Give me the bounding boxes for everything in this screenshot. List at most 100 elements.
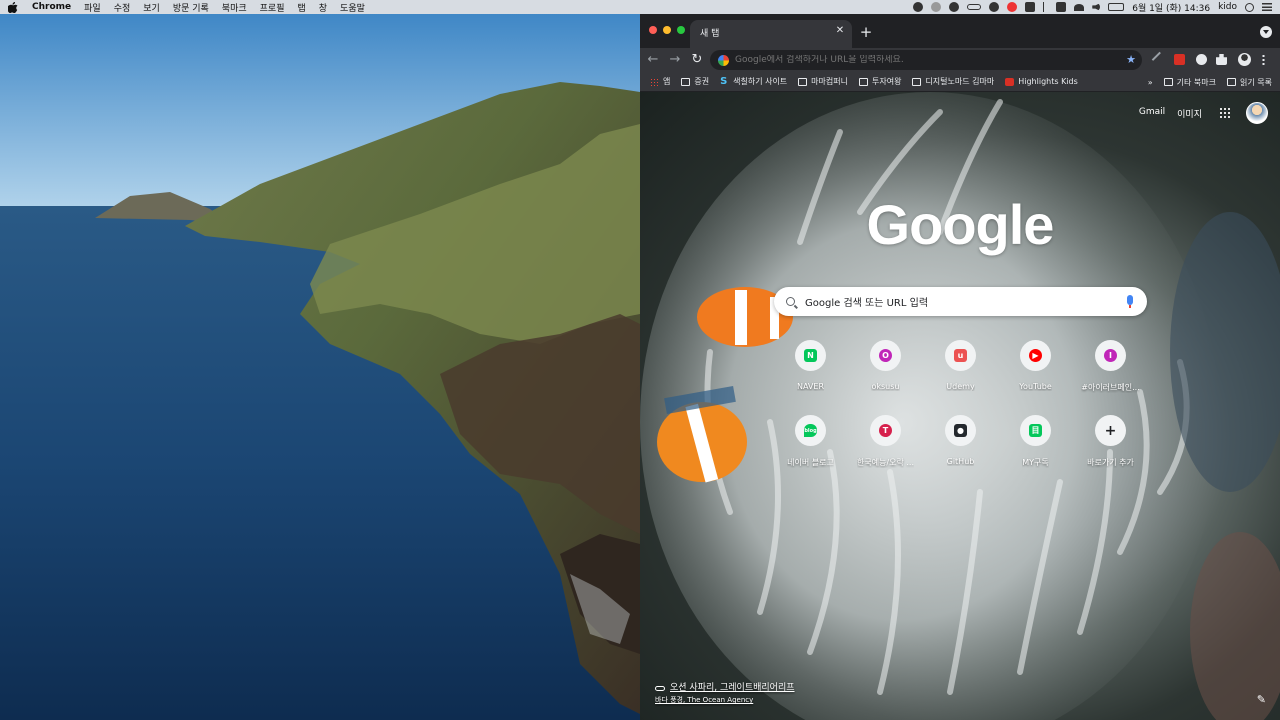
new-tab-page: Gmail 이미지 Google Google 검색 또는 URL 입력 N NA… <box>640 92 1280 720</box>
status-app-icon[interactable] <box>1056 2 1067 12</box>
menu-app-name[interactable]: Chrome <box>32 2 71 12</box>
bookmark-star-icon[interactable]: ★ <box>1126 53 1136 66</box>
glasses-icon[interactable] <box>967 4 982 10</box>
shortcut-label: NAVER <box>796 382 825 391</box>
bookmark-label: 증권 <box>694 77 710 86</box>
battery-icon[interactable] <box>1108 3 1125 11</box>
highlights-favicon-icon <box>1005 77 1015 86</box>
shortcut-label: YouTube <box>1019 382 1052 391</box>
wifi-icon[interactable] <box>1074 3 1085 11</box>
menubar-user[interactable]: kido <box>1218 2 1237 12</box>
bookmark-folder-digital-nomad[interactable]: 디지털노마드 김마마 <box>912 76 994 87</box>
status-app-icon[interactable] <box>1025 2 1036 12</box>
window-minimize-button[interactable] <box>663 26 671 34</box>
shortcut-icon-circle: blog <box>795 415 826 446</box>
menu-bookmarks[interactable]: 북마크 <box>222 1 247 14</box>
tab-strip: 새 탭 ✕ + <box>640 14 1280 48</box>
shortcut-label: 바로가기 추가 <box>1087 458 1134 467</box>
bookmark-other-bookmarks[interactable]: 기타 북마크 <box>1163 77 1217 88</box>
shortcut-icon-circle: O <box>870 340 901 371</box>
menu-edit[interactable]: 수정 <box>114 1 131 14</box>
status-app-icon[interactable] <box>931 2 942 12</box>
address-bar[interactable]: ★ <box>710 50 1142 70</box>
back-button[interactable]: ← <box>646 53 660 67</box>
folder-icon <box>681 77 691 86</box>
volume-icon[interactable] <box>1092 3 1101 11</box>
menubar-clock[interactable]: 6월 1일 (화) 14:36 <box>1132 1 1210 14</box>
naver-icon: N <box>804 349 817 362</box>
bookmark-apps[interactable]: 앱 <box>650 76 670 87</box>
bookmark-label: 기타 북마크 <box>1176 77 1217 87</box>
bookmark-label: 디지털노마드 김마마 <box>925 77 995 86</box>
pen-extension-icon[interactable] <box>1151 51 1168 68</box>
bookmark-folder-stocks[interactable]: 증권 <box>681 76 709 87</box>
menu-file[interactable]: 파일 <box>84 1 101 14</box>
tab-close-icon[interactable]: ✕ <box>834 25 846 37</box>
tab-new-tab[interactable]: 새 탭 ✕ <box>690 20 852 48</box>
reading-list-button[interactable]: 읽기 목록 <box>1227 77 1272 88</box>
status-app-icon[interactable] <box>989 2 1000 12</box>
images-link[interactable]: 이미지 <box>1177 107 1202 120</box>
bluetooth-icon[interactable] <box>1043 2 1048 12</box>
address-input[interactable] <box>735 55 1115 65</box>
gmail-link[interactable]: Gmail <box>1139 107 1165 120</box>
attribution-title[interactable]: 오션 사파리, 그레이트배리어리프 <box>670 682 795 694</box>
shortcut-tile[interactable]: blog 네이버 블로그 <box>773 413 848 475</box>
tab-search-button[interactable] <box>1260 26 1272 38</box>
forward-button[interactable]: → <box>668 53 682 67</box>
menu-profiles[interactable]: 프로필 <box>260 1 285 14</box>
profile-avatar-icon[interactable] <box>1238 53 1251 66</box>
shortcut-tile[interactable]: ● GitHub <box>923 413 998 475</box>
window-close-button[interactable] <box>649 26 657 34</box>
extension-circle-icon[interactable] <box>1196 54 1207 65</box>
desktop-wallpaper <box>0 14 640 720</box>
shortcut-tile[interactable]: u Udemy <box>923 338 998 400</box>
bookmark-folder-mama-company[interactable]: 마마컴퍼니 <box>798 76 848 87</box>
shortcut-tile[interactable]: + 바로가기 추가 <box>1073 413 1148 475</box>
voice-search-icon[interactable] <box>1127 295 1133 308</box>
google-apps-icon[interactable] <box>1219 107 1231 119</box>
bookmark-folder-invest-queen[interactable]: 투자여왕 <box>858 76 902 87</box>
menu-view[interactable]: 보기 <box>143 1 160 14</box>
bookmarks-overflow-button[interactable]: » <box>1148 78 1153 87</box>
udemy-icon: u <box>954 349 967 362</box>
account-avatar[interactable] <box>1246 102 1268 124</box>
shortcut-label: 한국예능/오락 ... <box>856 458 915 467</box>
shortcut-tile[interactable]: I #아이러브페인... <box>1073 338 1148 400</box>
shortcut-icon-circle: + <box>1095 415 1126 446</box>
chrome-menu-icon[interactable] <box>1262 54 1265 65</box>
ntp-search-box[interactable]: Google 검색 또는 URL 입력 <box>774 287 1147 316</box>
menu-window[interactable]: 창 <box>319 1 327 14</box>
window-zoom-button[interactable] <box>677 26 685 34</box>
status-app-icon[interactable] <box>913 2 924 12</box>
menu-history[interactable]: 방문 기록 <box>173 1 209 14</box>
bookmark-label: 투자여왕 <box>871 77 902 86</box>
youtube-icon: ▶ <box>1029 349 1042 362</box>
status-app-icon[interactable] <box>949 2 960 12</box>
bookmark-highlights-kids[interactable]: Highlights Kids <box>1005 77 1078 86</box>
customize-pencil-icon[interactable]: ✎ <box>1257 693 1266 706</box>
shortcut-tile[interactable]: N NAVER <box>773 338 848 400</box>
attribution-credit[interactable]: 바다 풍경, The Ocean Agency <box>655 694 795 706</box>
control-center-icon[interactable] <box>1262 3 1272 11</box>
shortcut-tile[interactable]: T 한국예능/오락 ... <box>848 413 923 475</box>
bookmarks-bar-right: » 기타 북마크 읽기 목록 <box>1148 72 1272 92</box>
coastline-illustration <box>0 14 640 720</box>
bookmark-coloring-site[interactable]: S 색칠하기 사이트 <box>720 76 787 87</box>
shortcut-tile[interactable]: 目 MY구독 <box>998 413 1073 475</box>
shortcut-tile[interactable]: ▶ YouTube <box>998 338 1073 400</box>
oksusu-icon: O <box>879 349 892 362</box>
spotlight-search-icon[interactable] <box>1245 2 1254 12</box>
folder-icon <box>912 77 922 86</box>
apple-menu-icon[interactable] <box>8 1 18 13</box>
menu-help[interactable]: 도움말 <box>340 1 365 14</box>
status-app-icon[interactable] <box>1007 2 1018 12</box>
shortcut-tile[interactable]: Ooksusu <box>848 338 923 400</box>
reload-button[interactable]: ↻ <box>690 53 704 67</box>
extension-red-icon[interactable] <box>1174 54 1185 65</box>
menu-tab[interactable]: 탭 <box>297 1 305 14</box>
extensions-puzzle-icon[interactable] <box>1216 54 1227 65</box>
new-tab-button[interactable]: + <box>858 24 874 40</box>
background-attribution[interactable]: 오션 사파리, 그레이트배리어리프 바다 풍경, The Ocean Agenc… <box>655 682 795 706</box>
bookmarks-bar: 앱 증권 S 색칠하기 사이트 마마컴퍼니 투자여왕 디지털노마드 김마마 Hig… <box>640 72 1280 92</box>
